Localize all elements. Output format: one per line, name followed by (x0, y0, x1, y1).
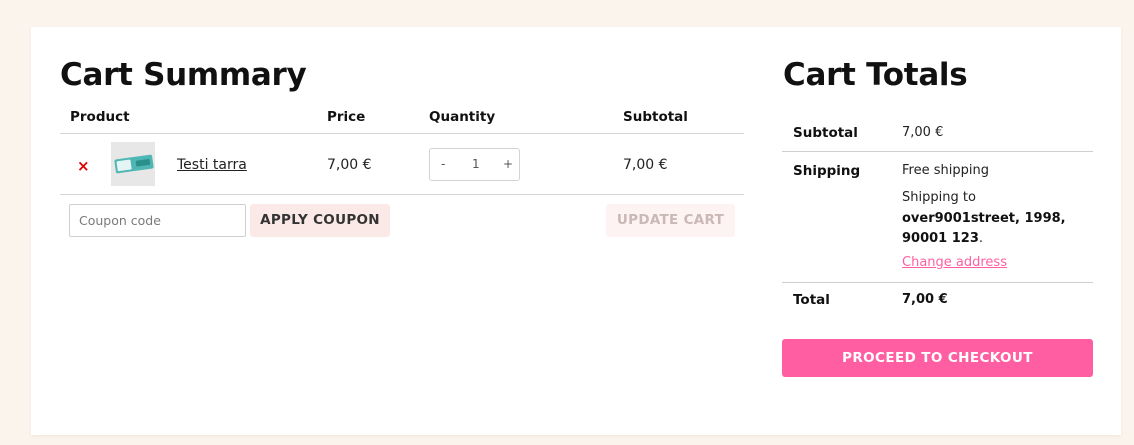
quantity-value[interactable]: 1 (472, 157, 480, 171)
quantity-increment-button[interactable]: + (503, 157, 513, 171)
quantity-stepper[interactable]: - 1 + (429, 148, 520, 181)
column-header-price: Price (327, 109, 366, 125)
totals-divider (782, 151, 1093, 152)
row-divider (60, 194, 744, 195)
totals-shipping-label: Shipping (793, 163, 861, 179)
cart-card: Cart Summary Product Price Quantity Subt… (31, 27, 1121, 435)
proceed-to-checkout-button[interactable]: PROCEED TO CHECKOUT (782, 339, 1093, 377)
shipping-destination: over9001street, 1998, 90001 123. (902, 209, 1082, 249)
apply-coupon-button[interactable]: APPLY COUPON (250, 204, 390, 237)
totals-subtotal-label: Subtotal (793, 125, 858, 141)
column-header-product: Product (70, 109, 130, 125)
column-header-quantity: Quantity (429, 109, 496, 125)
totals-subtotal-value: 7,00 € (902, 125, 944, 140)
cart-totals-title: Cart Totals (783, 57, 968, 93)
totals-total-value: 7,00 € (902, 292, 948, 307)
product-thumbnail[interactable] (111, 142, 155, 186)
change-address-link[interactable]: Change address (902, 255, 1007, 270)
totals-divider (782, 282, 1093, 283)
quantity-decrement-button[interactable]: - (441, 157, 445, 171)
cart-summary-title: Cart Summary (60, 57, 307, 93)
table-header-divider (60, 133, 744, 134)
totals-total-label: Total (793, 292, 830, 308)
shipping-method: Free shipping (902, 163, 989, 178)
product-subtotal: 7,00 € (623, 157, 668, 173)
update-cart-button[interactable]: UPDATE CART (606, 204, 735, 237)
column-header-subtotal: Subtotal (623, 109, 688, 125)
shipping-address-period: . (978, 231, 984, 246)
coupon-code-input[interactable] (69, 204, 246, 237)
product-name-link[interactable]: Testi tarra (177, 157, 247, 173)
shipping-address: over9001street, 1998, 90001 123 (902, 211, 1066, 246)
product-price: 7,00 € (327, 157, 372, 173)
close-icon[interactable]: × (77, 157, 90, 175)
shipping-to-label: Shipping to (902, 190, 976, 205)
